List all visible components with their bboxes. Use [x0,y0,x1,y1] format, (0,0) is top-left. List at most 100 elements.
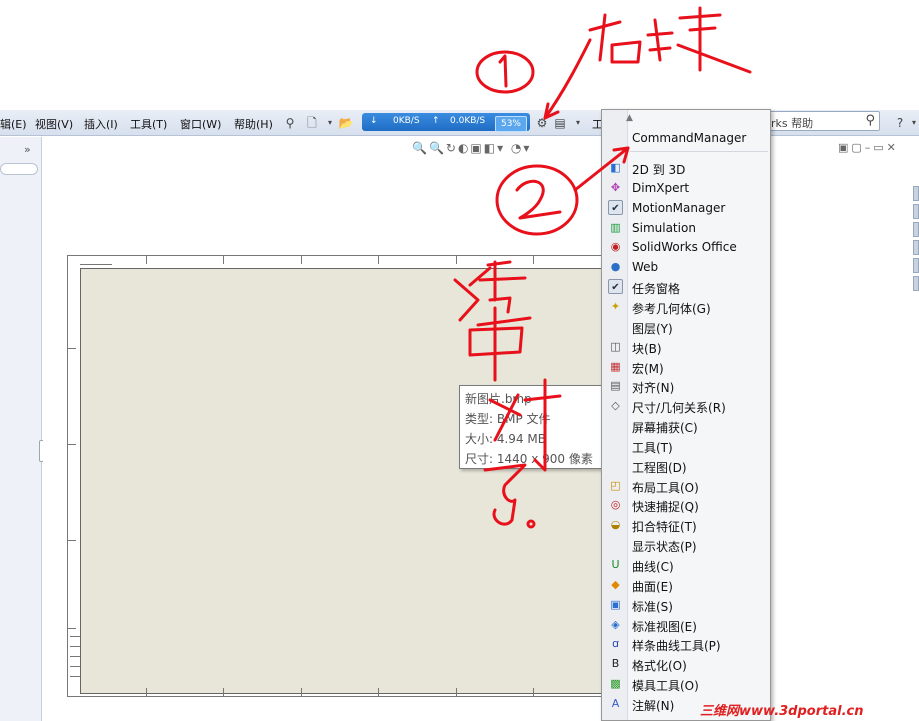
surface-icon: ◆ [611,577,620,591]
toolbar-context-menu: ▲ CommandManager ◧ 2D 到 3D ✥ DimXpert ✔ Motion… [601,109,771,721]
task-tab[interactable] [913,258,919,273]
check-icon: ✔ [608,199,623,215]
upload-speed: 0.0KB/S [450,116,486,126]
pin-icon[interactable]: ⚲ [282,115,298,131]
context-menu-item-label: 标准(S) [632,599,673,614]
dropdown-arrow-icon[interactable]: ▾ [322,115,338,131]
context-menu-item[interactable]: ◆ 曲面(E) [602,575,770,595]
help-search-box[interactable]: rks 帮助 ⚲ [762,111,880,131]
context-menu-item-label: 2D 到 3D [632,163,686,177]
upload-arrow-icon: ↑ [432,116,440,126]
menu-help[interactable]: 帮助(H) [234,116,273,132]
context-menu-item-label: 注解(N) [632,698,675,713]
menu-tools[interactable]: 工具(T) [130,116,167,132]
annotation-icon: A [611,696,620,710]
simulation-icon: ▥ [610,220,621,234]
expand-chevron-icon[interactable]: » [24,143,31,156]
context-menu-item-label: DimXpert [632,180,690,195]
fastening-icon: ◒ [610,518,621,532]
title-tick [80,264,112,265]
dropdown-arrow-icon[interactable]: ▾ [570,115,586,131]
context-menu-item[interactable]: B 格式化(O) [602,654,770,674]
context-menu-item[interactable]: ▣ 标准(S) [602,595,770,615]
spline-icon: ꭤ [612,637,619,651]
cpu-percent: 53% [495,116,527,132]
context-menu-item[interactable]: ▦ 宏(M) [602,357,770,377]
context-menu-item[interactable]: ▥ Simulation [602,218,770,238]
context-menu-item-label: CommandManager [632,131,747,145]
office-icon: ◉ [610,240,621,254]
context-menu-item[interactable]: 工程图(D) [602,456,770,476]
menu-insert[interactable]: 插入(I) [84,116,118,132]
layout-icon: ◰ [610,478,621,492]
menu-edit[interactable]: 辑(E) [0,116,27,132]
context-menu-item[interactable]: ◈ 标准视图(E) [602,615,770,635]
heads-up-view-toolbar[interactable]: 🔍🔍↻◐▣◧▾ ◔▾ [412,141,531,155]
task-tab[interactable] [913,186,919,201]
context-menu-item[interactable]: ◉ SolidWorks Office [602,237,770,257]
zone-tick [456,256,457,264]
options-icon[interactable]: ▤ [552,115,568,131]
dropdown-arrow-icon[interactable]: ▾ [906,115,919,131]
context-menu-item[interactable]: ✔ MotionManager [602,198,770,218]
ref-geometry-icon: ✦ [610,299,621,313]
context-menu-item[interactable]: ✥ DimXpert [602,178,770,198]
context-menu-item-label: 对齐(N) [632,381,675,396]
mold-icon: ▩ [610,677,621,691]
context-menu-item[interactable]: ◒ 扣合特征(T) [602,515,770,535]
context-menu-item[interactable]: ▩ 模具工具(O) [602,674,770,694]
feature-manager-pane: » [0,137,42,721]
table-line [70,656,80,657]
file-info-tooltip: 新图片.bmp 类型: BMP 文件 大小: 4.94 MB 尺寸: 1440 … [459,385,617,469]
context-menu-item[interactable]: ◫ 块(B) [602,337,770,357]
context-menu-item[interactable]: ● Web [602,257,770,277]
zone-tick [146,256,147,264]
search-icon[interactable]: ⚲ [865,113,875,128]
filter-field[interactable] [0,163,38,175]
context-menu-item[interactable]: ◰ 布局工具(O) [602,476,770,496]
zone-tick [146,688,147,696]
drawing-sheet[interactable] [67,255,608,697]
context-menu-item-label: 图层(Y) [632,321,673,336]
context-menu-item[interactable]: ◎ 快速捕捉(Q) [602,495,770,515]
context-menu-item[interactable]: ✦ 参考几何体(G) [602,297,770,317]
context-menu-item-label: 屏幕捕获(C) [632,421,698,436]
context-menu-item[interactable]: ✔ 任务窗格 [602,277,770,297]
rebuild-icon[interactable]: ⚙ [534,115,550,131]
context-menu-item[interactable]: CommandManager [602,128,770,148]
table-line [70,646,80,647]
context-menu-item-label: 块(B) [632,341,662,356]
context-menu-item-label: Simulation [632,220,696,235]
help-search-placeholder: rks 帮助 [771,117,814,130]
context-menu-item[interactable]: 显示状态(P) [602,535,770,555]
open-folder-icon[interactable]: 📂 [338,115,354,131]
context-menu-item[interactable]: 屏幕捕获(C) [602,416,770,436]
context-menu-item[interactable]: 工具(T) [602,436,770,456]
macro-icon: ▦ [610,359,621,373]
context-menu-item-label: 曲面(E) [632,579,673,594]
menu-view[interactable]: 视图(V) [35,116,73,132]
task-tab[interactable] [913,276,919,291]
zone-tick [223,688,224,696]
context-menu-item[interactable]: ◧ 2D 到 3D [602,158,770,178]
window-controls[interactable]: ▣▢–▭✕ [838,141,899,154]
scroll-up-arrow-icon[interactable]: ▲ [626,113,633,123]
download-speed: 0KB/S [393,116,420,126]
dimxpert-icon: ✥ [610,180,621,194]
task-tab[interactable] [913,240,919,255]
menu-window[interactable]: 窗口(W) [180,116,221,132]
snap-icon: ◎ [610,498,621,512]
context-menu-item[interactable]: Ս 曲线(C) [602,555,770,575]
task-tab[interactable] [913,204,919,219]
context-menu-item-label: 尺寸/几何关系(R) [632,401,726,416]
task-tab[interactable] [913,222,919,237]
annotation-youjian-1 [588,13,642,64]
new-file-icon[interactable]: 🗋 [304,115,320,131]
task-pane-tabs[interactable] [913,186,919,298]
context-menu-item[interactable]: 图层(Y) [602,317,770,337]
context-menu-item[interactable]: ꭤ 样条曲线工具(P) [602,634,770,654]
context-menu-item[interactable]: ◇ 尺寸/几何关系(R) [602,396,770,416]
zone-tick [301,688,302,696]
zone-tick [68,444,76,445]
context-menu-item[interactable]: ▤ 对齐(N) [602,376,770,396]
